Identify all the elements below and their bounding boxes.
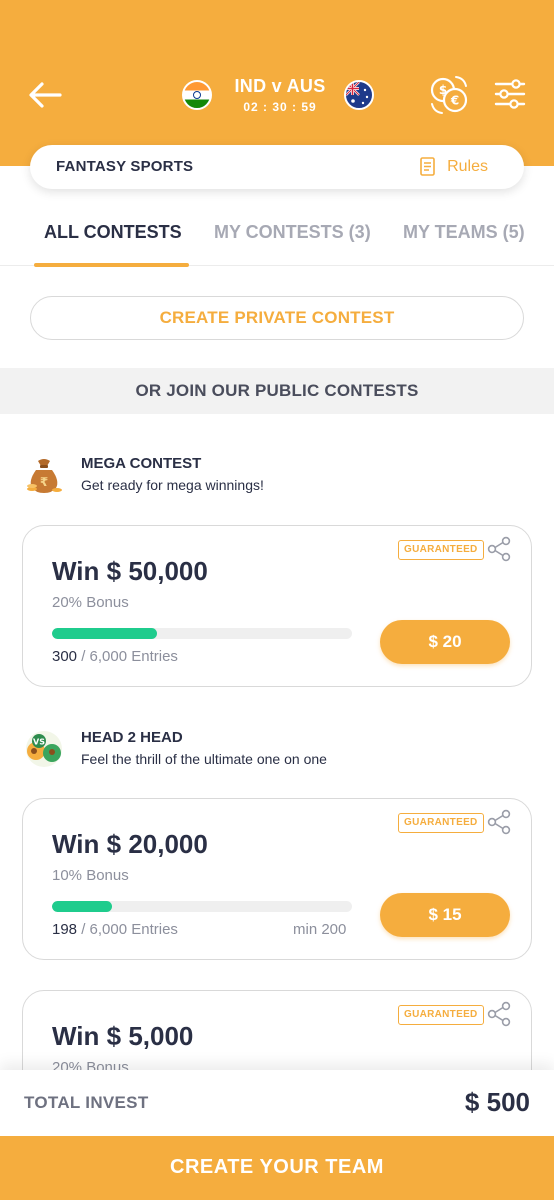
- entries-count: 198 / 6,000 Entries: [52, 921, 178, 938]
- match-info: IND v AUS 02 : 30 : 59: [180, 72, 380, 122]
- total-invest-label: TOTAL INVEST: [24, 1093, 149, 1112]
- contest-card[interactable]: GUARANTEED Win $ 50,000 20% Bonus 300 / …: [22, 525, 532, 687]
- rules-link[interactable]: Rules: [419, 156, 488, 178]
- create-team-button[interactable]: CREATE YOUR TEAM: [0, 1136, 554, 1200]
- share-icon[interactable]: [486, 536, 512, 562]
- match-timer: 02 : 30 : 59: [243, 100, 317, 114]
- sport-name: FANTASY SPORTS: [56, 158, 194, 175]
- prize-amount: Win $ 20,000: [52, 829, 208, 859]
- app-header: IND v AUS 02 : 30 : 59 $ €: [0, 0, 554, 166]
- svg-text:VS: VS: [33, 738, 45, 747]
- prize-amount: Win $ 50,000: [52, 556, 208, 586]
- share-icon[interactable]: [486, 809, 512, 835]
- guaranteed-badge: GUARANTEED: [398, 1005, 484, 1025]
- filter-button[interactable]: [494, 78, 526, 110]
- currency-exchange-icon: $ €: [430, 76, 468, 114]
- back-button[interactable]: [26, 78, 64, 112]
- active-tab-indicator: [34, 263, 189, 267]
- entries-filled: 198: [52, 921, 78, 938]
- svg-text:$: $: [439, 83, 447, 97]
- total-invest-bar: TOTAL INVEST $ 500: [0, 1070, 554, 1136]
- bonus-label: 10% Bonus: [52, 867, 129, 884]
- section-title: MEGA CONTEST: [81, 455, 202, 472]
- guaranteed-badge: GUARANTEED: [398, 813, 484, 833]
- entry-fee-button[interactable]: $ 20: [380, 620, 510, 664]
- mega-contest-header: ₹ MEGA CONTEST Get ready for mega winnin…: [24, 455, 524, 499]
- total-invest-value: $ 500: [464, 1087, 530, 1117]
- svg-text:₹: ₹: [40, 475, 48, 489]
- sport-selector[interactable]: FANTASY SPORTS Rules: [30, 145, 524, 189]
- money-bag-icon: ₹: [27, 459, 62, 493]
- svg-text:€: €: [450, 94, 459, 108]
- head-to-head-header: VS HEAD 2 HEAD Feel the thrill of the ul…: [24, 729, 524, 773]
- tab-my-contests[interactable]: MY CONTESTS (3): [214, 222, 371, 243]
- arrow-left-icon: [29, 82, 62, 108]
- entries-progress-fill: [52, 628, 157, 639]
- entries-count: 300 / 6,000 Entries: [52, 648, 178, 665]
- guaranteed-badge: GUARANTEED: [398, 540, 484, 560]
- versus-icon: VS: [26, 731, 62, 767]
- share-icon[interactable]: [486, 1001, 512, 1027]
- india-flag-icon: [182, 80, 212, 110]
- entries-filled: 300: [52, 648, 78, 665]
- document-icon: [420, 157, 435, 176]
- entries-total: / 6,000 Entries: [77, 921, 178, 938]
- section-subtitle: Feel the thrill of the ultimate one on o…: [81, 751, 327, 767]
- section-title: HEAD 2 HEAD: [81, 729, 183, 746]
- australia-flag-icon: [344, 80, 374, 110]
- bonus-label: 20% Bonus: [52, 594, 129, 611]
- currency-button[interactable]: $ €: [428, 74, 470, 116]
- sliders-icon: [494, 79, 526, 109]
- rules-label: Rules: [447, 158, 488, 175]
- entries-progress-fill: [52, 901, 112, 912]
- create-private-contest-button[interactable]: CREATE PRIVATE CONTEST: [30, 296, 524, 340]
- min-entries: min 200: [293, 921, 347, 938]
- entries-progress-bar: [52, 628, 352, 639]
- public-contests-heading: OR JOIN OUR PUBLIC CONTESTS: [0, 368, 554, 414]
- entries-progress-bar: [52, 901, 352, 912]
- contest-card[interactable]: GUARANTEED Win $ 20,000 10% Bonus 198 / …: [22, 798, 532, 960]
- entries-total: / 6,000 Entries: [77, 648, 178, 665]
- section-subtitle: Get ready for mega winnings!: [81, 477, 264, 493]
- tab-my-teams[interactable]: MY TEAMS (5): [403, 222, 525, 243]
- prize-amount: Win $ 5,000: [52, 1021, 194, 1051]
- tab-all-contests[interactable]: ALL CONTESTS: [44, 222, 182, 243]
- contest-tabs: ALL CONTESTS MY CONTESTS (3) MY TEAMS (5…: [0, 206, 554, 267]
- match-title: IND v AUS: [234, 76, 326, 96]
- entry-fee-button[interactable]: $ 15: [380, 893, 510, 937]
